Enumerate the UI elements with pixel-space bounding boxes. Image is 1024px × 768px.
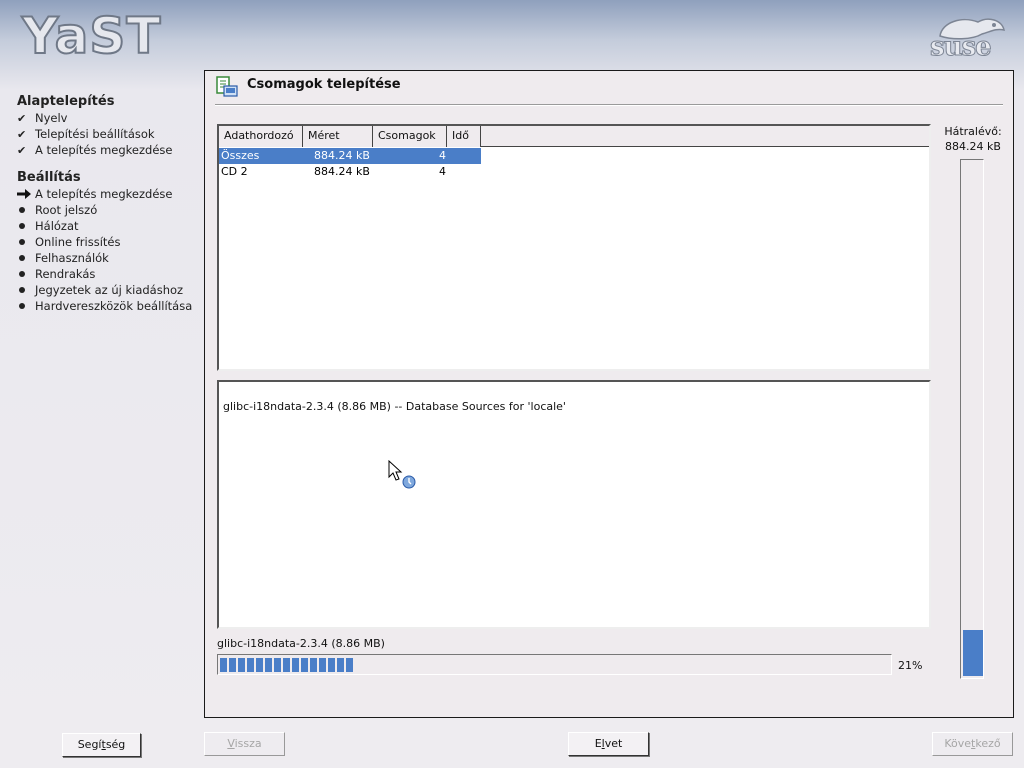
- suse-wordmark: suse: [930, 32, 993, 63]
- column-header-time[interactable]: Idő: [447, 126, 481, 147]
- progress-segment: [292, 658, 299, 672]
- sidebar-step-label: Hardvereszközök beállítása: [35, 299, 193, 313]
- sidebar-step-done: ✔ Telepítési beállítások: [17, 126, 155, 142]
- progress-segment: [310, 658, 317, 672]
- sidebar-step-pending: Hardvereszközök beállítása: [17, 298, 192, 314]
- check-icon: ✔: [17, 127, 27, 141]
- cell-size: 884.24 kB: [314, 165, 370, 178]
- suse-logo: suse: [926, 12, 1005, 64]
- abort-button[interactable]: Elvet: [568, 732, 649, 756]
- check-icon: ✔: [17, 111, 27, 125]
- progress-segment: [283, 658, 290, 672]
- sidebar-step-label: Root jelszó: [35, 203, 98, 217]
- progress-segment: [346, 658, 353, 672]
- sidebar-section-title: Alaptelepítés: [17, 94, 115, 109]
- next-button[interactable]: Következő: [932, 732, 1013, 756]
- sidebar-step-label: A telepítés megkezdése: [35, 187, 173, 201]
- sidebar-step-label: Telepítési beállítások: [35, 127, 155, 141]
- column-header-media[interactable]: Adathordozó: [219, 126, 303, 147]
- sidebar-step-done: ✔ A telepítés megkezdése: [17, 142, 172, 158]
- remaining-value: 884.24 kB: [945, 140, 1001, 153]
- progress-segment: [337, 658, 344, 672]
- table-header: Adathordozó Méret Csomagok Idő: [219, 126, 929, 147]
- sidebar-step-pending: Felhasználók: [17, 250, 109, 266]
- bullet-icon: [19, 255, 25, 261]
- progress-segment: [265, 658, 272, 672]
- sidebar-step-label: A telepítés megkezdése: [35, 143, 173, 157]
- progress-segment: [319, 658, 326, 672]
- check-icon: ✔: [17, 143, 27, 157]
- cell-packages: 4: [439, 165, 446, 178]
- package-install-icon: [216, 76, 238, 97]
- title-divider: [215, 104, 1003, 106]
- progress-segment: [274, 658, 281, 672]
- cell-size: 884.24 kB: [314, 149, 370, 162]
- sidebar-step-label: Rendrakás: [35, 267, 96, 281]
- sidebar-section-title: Beállítás: [17, 170, 81, 185]
- sidebar-step-done: ✔ Nyelv: [17, 110, 67, 126]
- cell-media: Összes: [221, 149, 260, 162]
- progress-segment: [238, 658, 245, 672]
- progress-segment: [301, 658, 308, 672]
- sidebar-step-label: Felhasználók: [35, 251, 109, 265]
- column-header-size[interactable]: Méret: [303, 126, 373, 147]
- help-button[interactable]: Segítség: [62, 733, 141, 757]
- sidebar-step-label: Nyelv: [35, 111, 68, 125]
- cell-packages: 4: [439, 149, 446, 162]
- package-progress-bar: [217, 654, 892, 675]
- bullet-icon: [19, 271, 25, 277]
- sidebar-step-pending: Online frissítés: [17, 234, 120, 250]
- back-button[interactable]: Vissza: [204, 732, 285, 756]
- sidebar-step-pending: Root jelszó: [17, 202, 97, 218]
- progress-fill: [220, 658, 355, 672]
- table-row[interactable]: CD 2 884.24 kB 4: [219, 164, 481, 180]
- current-package-label: glibc-i18ndata-2.3.4 (8.86 MB): [217, 637, 385, 650]
- sidebar-step-label: Jegyzetek az új kiadáshoz: [35, 283, 184, 297]
- progress-segment: [220, 658, 227, 672]
- bullet-icon: [19, 287, 25, 293]
- progress-percent: 21%: [898, 659, 923, 672]
- remaining-progress-bar: [960, 159, 984, 679]
- busy-cursor-icon: [388, 460, 416, 489]
- progress-segment: [328, 658, 335, 672]
- sidebar-step-label: Online frissítés: [35, 235, 121, 249]
- progress-segment: [229, 658, 236, 672]
- bullet-icon: [19, 207, 25, 213]
- media-table[interactable]: Adathordozó Méret Csomagok Idő Összes 88…: [217, 124, 931, 371]
- sidebar-step-pending: Rendrakás: [17, 266, 95, 282]
- cell-media: CD 2: [221, 165, 248, 178]
- sidebar-step-label: Hálózat: [35, 219, 79, 233]
- sidebar-step-pending: Jegyzetek az új kiadáshoz: [17, 282, 183, 298]
- table-row[interactable]: Összes 884.24 kB 4: [219, 148, 481, 164]
- column-header-packages[interactable]: Csomagok: [373, 126, 447, 147]
- package-log[interactable]: glibc-i18ndata-2.3.4 (8.86 MB) -- Databa…: [217, 380, 931, 629]
- sidebar-step-current: A telepítés megkezdése: [17, 186, 172, 202]
- arrow-right-icon: [17, 189, 35, 199]
- remaining-label: Hátralévő:: [944, 125, 1002, 138]
- bullet-icon: [19, 239, 25, 245]
- progress-segment: [247, 658, 254, 672]
- remaining-fill: [963, 630, 983, 676]
- page-title: Csomagok telepítése: [247, 77, 401, 92]
- bullet-icon: [19, 303, 25, 309]
- yast-logo: YaST: [21, 7, 162, 65]
- progress-segment: [256, 658, 263, 672]
- main-panel: Csomagok telepítése Adathordozó Méret Cs…: [204, 70, 1014, 718]
- bullet-icon: [19, 223, 25, 229]
- log-line: glibc-i18ndata-2.3.4 (8.86 MB) -- Databa…: [223, 400, 566, 413]
- sidebar-step-pending: Hálózat: [17, 218, 79, 234]
